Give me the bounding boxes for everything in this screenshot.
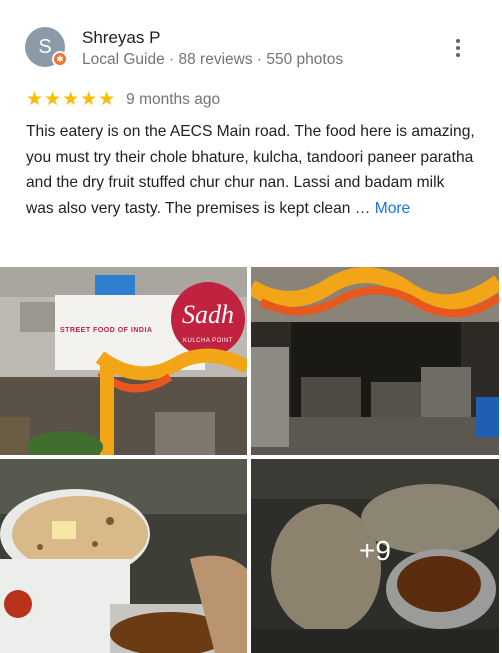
photo-grid: STREET FOOD OF INDIA Sadh KULCHA POINT +…: [0, 267, 502, 653]
author-meta: Local Guide · 88 reviews · 550 photos: [82, 51, 344, 68]
more-vert-icon[interactable]: [448, 38, 468, 58]
more-photos-count[interactable]: +9: [251, 459, 499, 653]
rating-row: ★★★★★ 9 months ago: [26, 89, 220, 111]
review-text: This eatery is on the AECS Main road. Th…: [26, 119, 476, 222]
photo-chole-bhature[interactable]: +9: [251, 459, 499, 653]
photo-storefront[interactable]: STREET FOOD OF INDIA Sadh KULCHA POINT: [0, 267, 247, 455]
photo-interior[interactable]: [251, 267, 499, 455]
star-rating-icon: ★★★★★: [26, 89, 117, 110]
storefront-logo-subtext: KULCHA POINT: [182, 338, 233, 344]
storefront-sign-text: STREET FOOD OF INDIA: [60, 327, 153, 334]
review-header: S ✱ Shreyas P Local Guide · 88 reviews ·…: [0, 0, 502, 86]
local-guide-icon: ✱: [52, 51, 68, 67]
storefront-logo-text: Sadh: [182, 300, 234, 329]
author-name[interactable]: Shreyas P: [82, 28, 160, 48]
more-link[interactable]: More: [375, 200, 411, 217]
photo-kulcha[interactable]: [0, 459, 247, 653]
review-time: 9 months ago: [126, 91, 221, 108]
